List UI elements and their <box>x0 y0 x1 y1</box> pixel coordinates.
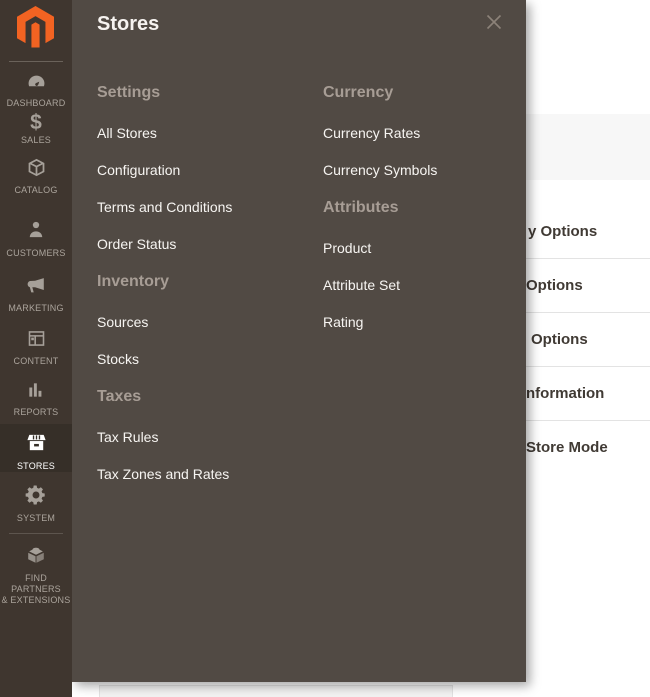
sidebar-item-system[interactable]: SYSTEM <box>0 484 72 524</box>
page-section-row[interactable]: Options <box>526 259 650 313</box>
sidebar-item-marketing[interactable]: MARKETING <box>0 274 72 314</box>
sidebar-item-label: MARKETING <box>0 303 72 314</box>
sidebar-item-label: CUSTOMERS <box>0 248 72 259</box>
menu-section-taxes: Taxes Tax Rules Tax Zones and Rates <box>97 389 309 481</box>
menu-item-currency-symbols[interactable]: Currency Symbols <box>323 163 535 177</box>
menu-column-left: Settings All Stores Configuration Terms … <box>97 85 309 504</box>
sidebar-divider <box>9 61 63 62</box>
page-section-label: Store Mode <box>526 439 608 456</box>
reports-icon <box>26 387 46 404</box>
sidebar-item-label: DASHBOARD <box>0 98 72 109</box>
page-content-box <box>99 685 453 697</box>
sales-icon: $ <box>0 112 72 133</box>
section-header: Attributes <box>323 200 535 216</box>
page-section-row[interactable]: nformation <box>526 367 650 421</box>
sidebar-item-label: CONTENT <box>0 356 72 367</box>
stores-flyout-menu: Stores Settings All Stores Configuration… <box>72 0 526 682</box>
section-header: Currency <box>323 85 535 101</box>
menu-item-product[interactable]: Product <box>323 241 535 255</box>
menu-section-inventory: Inventory Sources Stocks <box>97 274 309 366</box>
sidebar-item-label: STORES <box>0 461 72 472</box>
sidebar-item-content[interactable]: CONTENT <box>0 328 72 367</box>
sidebar-item-label: & EXTENSIONS <box>0 595 72 606</box>
sidebar-divider <box>9 533 63 534</box>
content-icon <box>26 336 47 353</box>
menu-item-terms-and-conditions[interactable]: Terms and Conditions <box>97 200 309 214</box>
menu-item-tax-rules[interactable]: Tax Rules <box>97 430 309 444</box>
menu-section-currency: Currency Currency Rates Currency Symbols <box>323 85 535 177</box>
sidebar-item-label: SYSTEM <box>0 513 72 524</box>
menu-item-configuration[interactable]: Configuration <box>97 163 309 177</box>
page-section-row[interactable]: Store Mode <box>526 421 650 474</box>
section-header: Inventory <box>97 274 309 290</box>
extensions-icon <box>25 553 47 570</box>
page-section-row[interactable]: y Options <box>526 205 650 259</box>
sidebar-item-sales[interactable]: $ SALES <box>0 112 72 146</box>
sidebar-item-label: REPORTS <box>0 407 72 418</box>
catalog-icon <box>26 165 47 182</box>
sidebar-item-find-partners[interactable]: FIND PARTNERS & EXTENSIONS <box>0 544 72 606</box>
menu-item-all-stores[interactable]: All Stores <box>97 126 309 140</box>
section-header: Settings <box>97 85 309 101</box>
sidebar-item-stores[interactable]: STORES <box>0 424 72 472</box>
system-icon <box>25 493 47 510</box>
stores-icon <box>25 441 48 458</box>
magento-logo-icon[interactable] <box>17 6 54 54</box>
page-section-list: y Options Options Options nformation Sto… <box>526 205 650 474</box>
sidebar-item-label: FIND PARTNERS <box>0 573 72 595</box>
menu-item-stocks[interactable]: Stocks <box>97 352 309 366</box>
sidebar-item-label: CATALOG <box>0 185 72 196</box>
menu-item-rating[interactable]: Rating <box>323 315 535 329</box>
sidebar-item-catalog[interactable]: CATALOG <box>0 157 72 196</box>
close-icon[interactable] <box>486 14 502 30</box>
sidebar-item-dashboard[interactable]: DASHBOARD <box>0 71 72 109</box>
sidebar-item-label: SALES <box>0 135 72 146</box>
menu-item-attribute-set[interactable]: Attribute Set <box>323 278 535 292</box>
page-section-label: y Options <box>528 223 597 240</box>
marketing-icon <box>25 283 47 300</box>
menu-item-sources[interactable]: Sources <box>97 315 309 329</box>
menu-section-attributes: Attributes Product Attribute Set Rating <box>323 200 535 329</box>
menu-item-order-status[interactable]: Order Status <box>97 237 309 251</box>
page-section-row[interactable]: Options <box>526 313 650 367</box>
customers-icon <box>26 228 46 245</box>
menu-item-currency-rates[interactable]: Currency Rates <box>323 126 535 140</box>
page-section-label: Options <box>531 331 588 348</box>
magento-admin-screen: y Options Options Options nformation Sto… <box>0 0 650 697</box>
sidebar-item-customers[interactable]: CUSTOMERS <box>0 219 72 259</box>
page-toolbar-band <box>526 114 650 180</box>
admin-sidebar: DASHBOARD $ SALES CATALOG CUSTOMERS <box>0 0 72 697</box>
menu-column-right: Currency Currency Rates Currency Symbols… <box>323 85 535 352</box>
menu-item-tax-zones-and-rates[interactable]: Tax Zones and Rates <box>97 467 309 481</box>
dashboard-icon <box>25 78 48 95</box>
menu-section-settings: Settings All Stores Configuration Terms … <box>97 85 309 251</box>
sidebar-item-reports[interactable]: REPORTS <box>0 380 72 418</box>
menu-title: Stores <box>97 13 159 36</box>
section-header: Taxes <box>97 389 309 405</box>
page-section-label: nformation <box>526 385 604 402</box>
